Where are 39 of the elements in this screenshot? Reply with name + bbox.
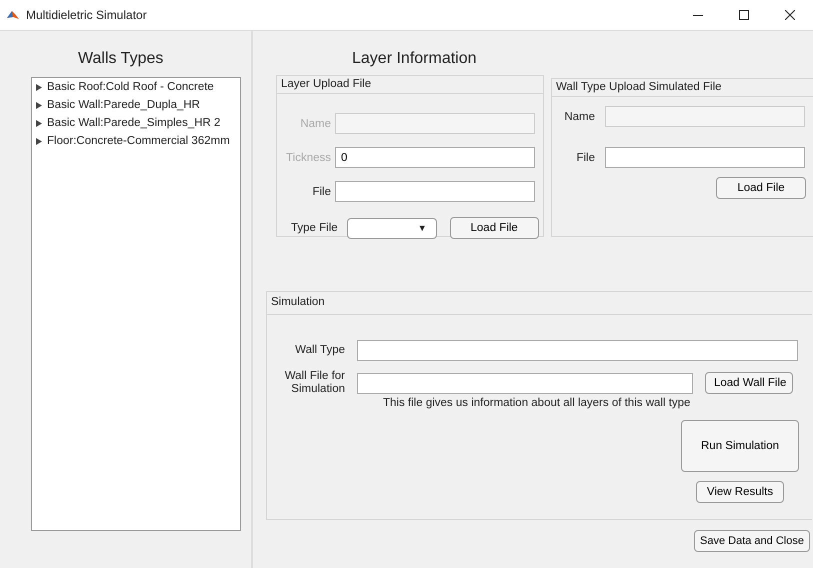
view-results-button[interactable]: View Results	[696, 481, 784, 503]
expander-icon[interactable]	[36, 120, 42, 127]
field-label: Wall File for Simulation	[284, 370, 345, 396]
field-label: Tickness	[285, 152, 331, 164]
save-and-close-button[interactable]: Save Data and Close	[694, 530, 810, 552]
panel-title: Layer Upload File	[277, 76, 543, 94]
expander-icon[interactable]	[36, 84, 42, 91]
tree-item[interactable]: Basic Roof:Cold Roof - Concrete	[36, 80, 216, 95]
field-label: Wall Type	[294, 344, 345, 357]
tree-item[interactable]: Basic Wall:Parede_Dupla_HR	[36, 98, 202, 113]
field-label: File	[311, 186, 331, 198]
input-field[interactable]	[605, 147, 805, 168]
expander-icon[interactable]	[36, 102, 42, 109]
load-file-button[interactable]: Load File	[716, 177, 806, 199]
panel-heading: Walls Types	[78, 50, 164, 68]
type-file-dropdown[interactable]: ▼	[346, 218, 437, 238]
window-title: Multidieletric Simulator	[26, 8, 148, 22]
panel-heading: Layer Information	[352, 50, 477, 68]
input-field[interactable]	[357, 340, 798, 361]
tree-item[interactable]: Floor:Concrete-Commercial 362mm	[36, 134, 232, 149]
load-wall-file-button[interactable]: Load Wall File	[705, 372, 793, 394]
close-icon[interactable]	[785, 10, 795, 20]
hint-text: This file gives us information about all layers of this wall type	[383, 397, 692, 409]
load-file-button[interactable]: Load File	[450, 217, 539, 239]
field-label: Type File	[291, 222, 338, 234]
panel-title: Wall Type Upload Simulated File	[552, 79, 813, 97]
input-field[interactable]	[605, 106, 805, 127]
app-icon	[6, 8, 20, 22]
tree-item[interactable]: Basic Wall:Parede_Simples_HR 2	[36, 116, 222, 131]
field-label: File	[575, 152, 595, 164]
maximize-icon[interactable]	[739, 10, 749, 20]
input-field[interactable]	[335, 181, 535, 202]
input-field[interactable]: 0	[335, 147, 535, 168]
field-label: Name	[299, 118, 331, 130]
run-simulation-button[interactable]: Run Simulation	[681, 420, 799, 472]
expander-icon[interactable]	[36, 138, 42, 145]
input-field[interactable]	[357, 372, 693, 394]
field-label: Name	[563, 110, 595, 122]
panel-title: Simulation	[267, 292, 812, 315]
